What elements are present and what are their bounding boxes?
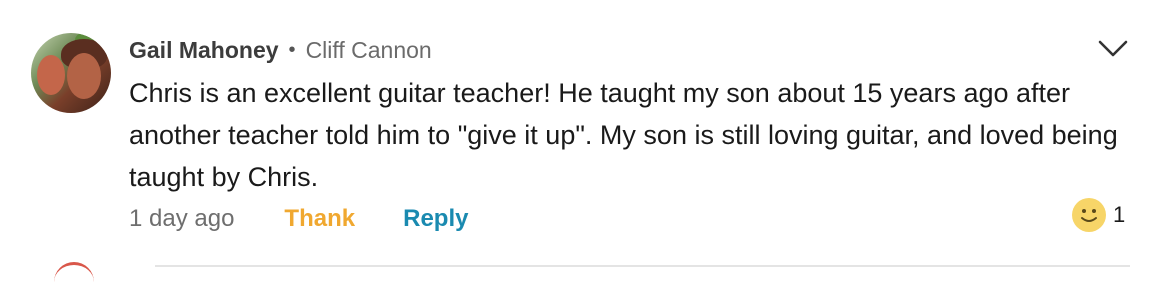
reaction-button[interactable]: 1 xyxy=(1071,197,1125,233)
author-name[interactable]: Gail Mahoney xyxy=(129,37,279,64)
next-comment-avatar xyxy=(54,262,94,302)
divider xyxy=(155,265,1130,267)
avatar-face-shape xyxy=(67,53,101,99)
comment-text: Chris is an excellent guitar teacher! He… xyxy=(129,78,1118,192)
avatar-face-shape xyxy=(37,55,65,95)
target-name[interactable]: Cliff Cannon xyxy=(306,37,432,64)
comment-card: Gail Mahoney • Cliff Cannon Chris is an … xyxy=(0,0,1158,268)
smiley-face-icon xyxy=(1072,198,1106,232)
reply-button[interactable]: Reply xyxy=(403,205,468,233)
chevron-down-icon[interactable] xyxy=(1096,34,1130,62)
comment-header: Gail Mahoney • Cliff Cannon xyxy=(129,35,432,65)
thank-button[interactable]: Thank xyxy=(284,205,355,233)
timestamp: 1 day ago xyxy=(129,205,235,232)
comment-actions: 1 day ago Thank Reply xyxy=(129,202,468,236)
separator-dot: • xyxy=(288,38,296,61)
reaction-count: 1 xyxy=(1113,202,1126,227)
avatar[interactable] xyxy=(31,33,111,113)
